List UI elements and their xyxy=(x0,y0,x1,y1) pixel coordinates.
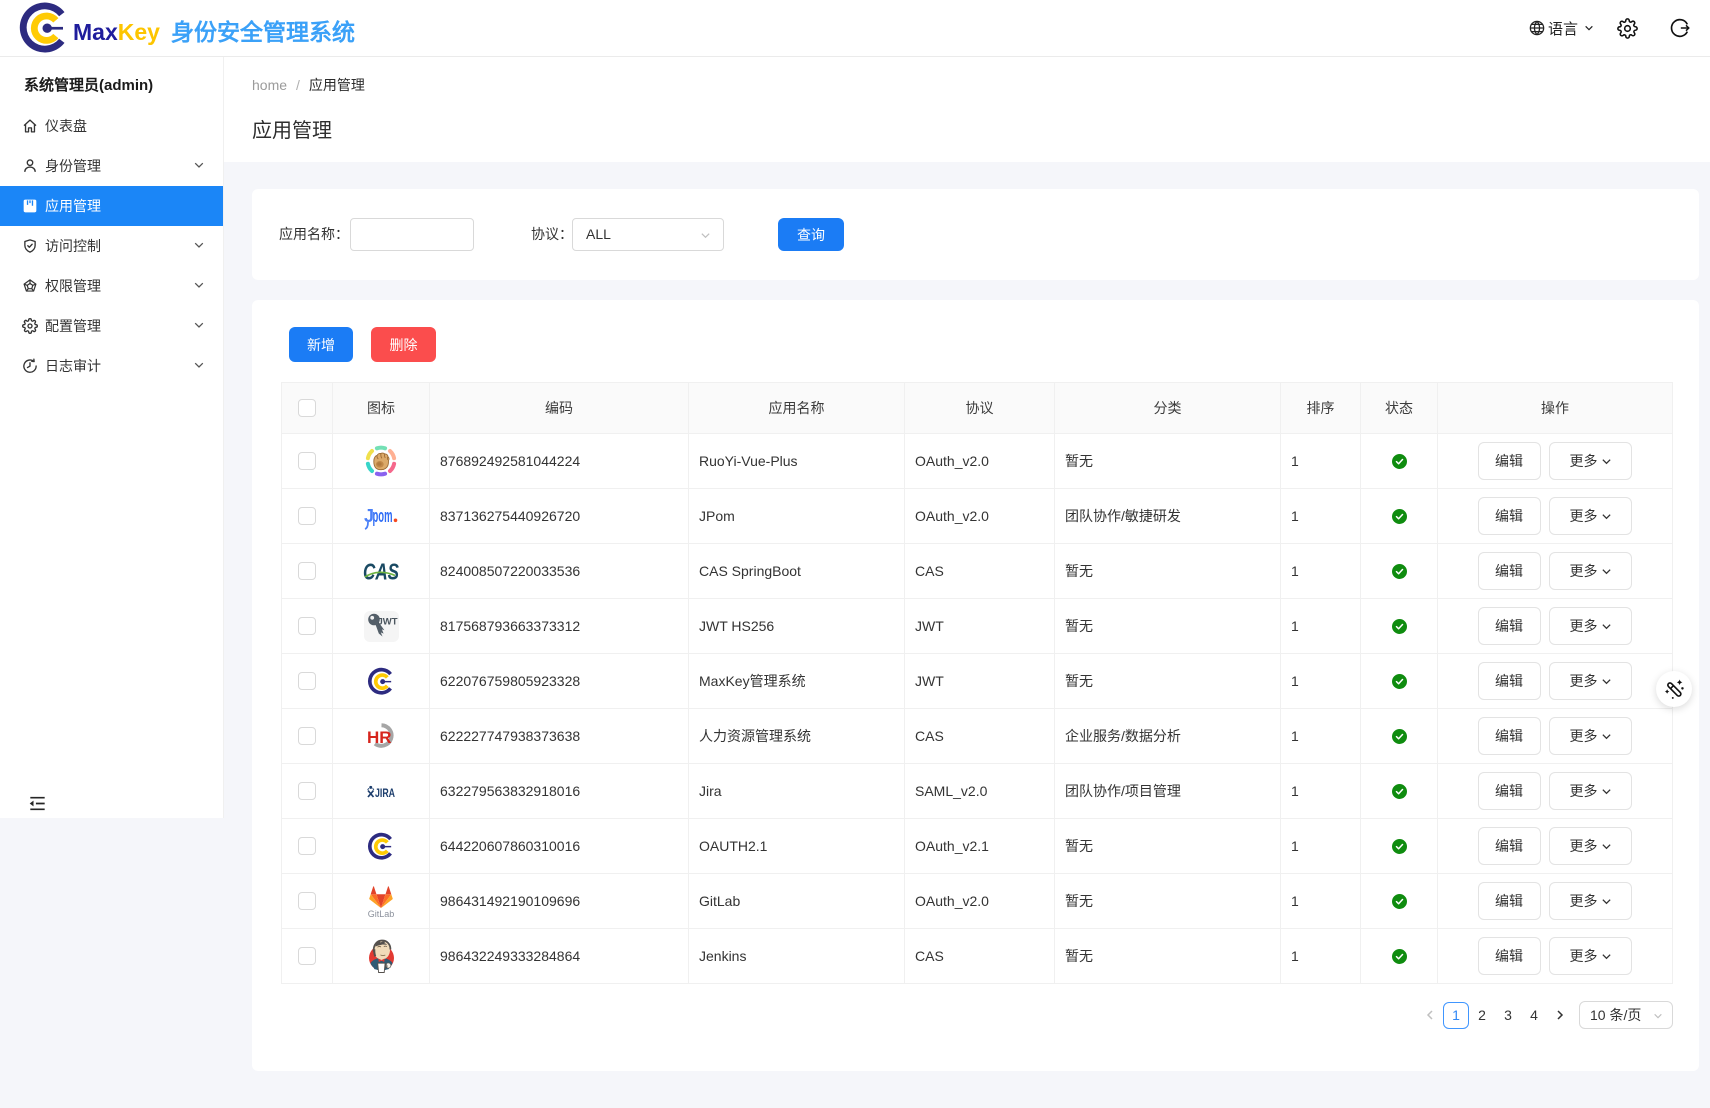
svg-text:GitLab: GitLab xyxy=(368,909,395,918)
svg-text:JWT: JWT xyxy=(377,616,397,627)
svg-text:JIRA: JIRA xyxy=(375,788,395,799)
svg-text:CAS: CAS xyxy=(363,559,399,585)
svg-text:pom: pom xyxy=(373,506,393,526)
svg-text:HR: HR xyxy=(367,728,392,747)
